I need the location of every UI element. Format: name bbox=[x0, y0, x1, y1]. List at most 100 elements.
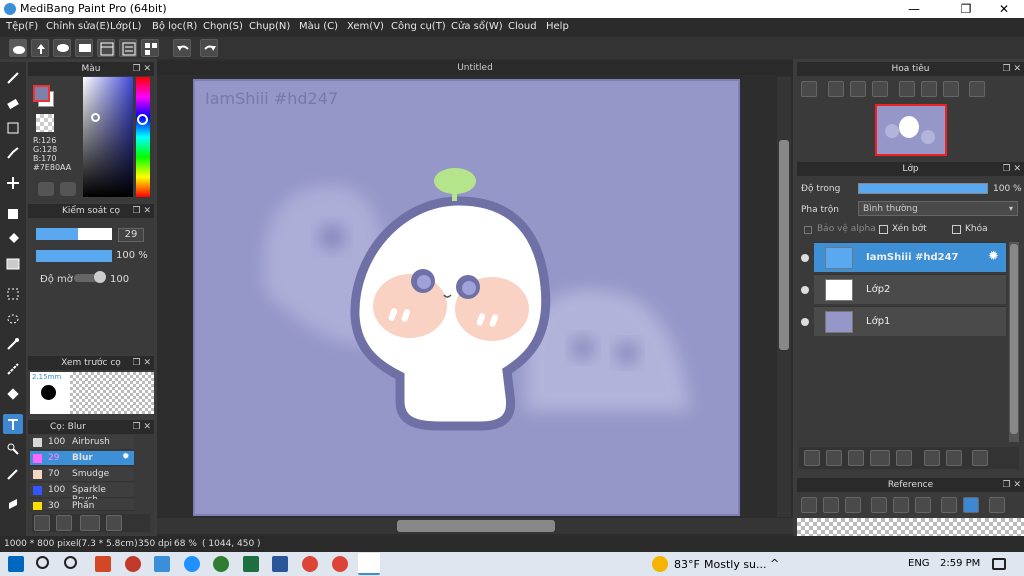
chat-icon[interactable] bbox=[53, 39, 71, 57]
shape-tool-icon[interactable] bbox=[3, 118, 23, 138]
tray-chevron-icon[interactable]: ^ bbox=[770, 557, 779, 570]
brush-tool-icon[interactable] bbox=[3, 68, 23, 88]
hand-tool-icon[interactable] bbox=[3, 494, 23, 514]
menu-color[interactable]: Màu (C) bbox=[299, 21, 338, 32]
reference-fit-icon[interactable] bbox=[893, 497, 909, 513]
medibang-taskbar-icon[interactable] bbox=[358, 553, 380, 575]
brush-settings-icon[interactable] bbox=[106, 515, 122, 531]
edge-icon-2[interactable] bbox=[213, 556, 229, 572]
grid-icon[interactable] bbox=[141, 39, 159, 57]
panel-close-icon[interactable]: ❐ ✕ bbox=[1003, 478, 1021, 492]
comment-icon[interactable] bbox=[75, 39, 93, 57]
dot-tool-icon[interactable] bbox=[3, 143, 23, 163]
rotate-left-icon[interactable] bbox=[899, 81, 915, 97]
select-tool-icon[interactable] bbox=[3, 284, 23, 304]
navigator-thumbnail[interactable] bbox=[875, 104, 947, 156]
add-brush-icon[interactable] bbox=[34, 515, 50, 531]
layer-settings-gear-icon[interactable]: ✹ bbox=[988, 249, 999, 264]
reference-open-icon[interactable] bbox=[823, 497, 839, 513]
canvas-horizontal-scroll-thumb[interactable] bbox=[397, 520, 555, 532]
move-tool-icon[interactable] bbox=[3, 173, 23, 193]
language-indicator[interactable]: ENG bbox=[908, 558, 930, 569]
chrome-icon[interactable] bbox=[302, 556, 318, 572]
flip-icon[interactable] bbox=[969, 81, 985, 97]
layer-visibility-eye-icon[interactable] bbox=[801, 286, 809, 294]
add-layer-menu-icon[interactable] bbox=[870, 450, 890, 466]
lasso-tool-icon[interactable] bbox=[3, 309, 23, 329]
text-tool-icon[interactable] bbox=[3, 414, 23, 434]
cloud-icon[interactable] bbox=[9, 39, 27, 57]
blend-mode-select[interactable]: Bình thường ▾ bbox=[858, 201, 1018, 216]
upload-icon[interactable] bbox=[31, 39, 49, 57]
panel-close-icon[interactable]: ❐ ✕ bbox=[1003, 62, 1021, 76]
delete-layer-icon[interactable] bbox=[972, 450, 988, 466]
drawing-canvas[interactable]: IamShiii #hd247 bbox=[193, 79, 740, 516]
panel-close-icon[interactable]: ❐ ✕ bbox=[1003, 162, 1021, 176]
hue-cursor[interactable] bbox=[137, 114, 148, 125]
windows-start-icon[interactable] bbox=[8, 556, 24, 572]
zoom-in-icon[interactable] bbox=[828, 81, 844, 97]
new-layer-icon[interactable] bbox=[804, 450, 820, 466]
zoom-out-icon[interactable] bbox=[872, 81, 888, 97]
brush-item-blur[interactable]: 29 Blur ✹ bbox=[30, 451, 134, 466]
layer-opacity-slider[interactable] bbox=[858, 183, 988, 194]
menu-select[interactable]: Chọn(S) bbox=[203, 21, 243, 32]
bucket-tool-icon[interactable] bbox=[3, 229, 23, 249]
panel-icon[interactable] bbox=[97, 39, 115, 57]
task-view-icon[interactable] bbox=[64, 556, 77, 569]
reference-hand-icon[interactable] bbox=[963, 497, 979, 513]
lock-checkbox[interactable] bbox=[952, 225, 961, 234]
reference-eyedropper-icon[interactable] bbox=[941, 497, 957, 513]
brush-size-slider[interactable] bbox=[36, 228, 112, 240]
notification-icon[interactable] bbox=[992, 558, 1006, 570]
merge-layer-icon[interactable] bbox=[946, 450, 962, 466]
duplicate-layer-icon[interactable] bbox=[924, 450, 940, 466]
reference-zoom-out-icon[interactable] bbox=[915, 497, 931, 513]
monitor-icon[interactable] bbox=[154, 556, 170, 572]
menu-snap[interactable]: Chụp(N) bbox=[249, 21, 290, 32]
powerpoint-icon[interactable] bbox=[95, 556, 111, 572]
excel-icon[interactable] bbox=[243, 556, 259, 572]
eyedropper-tool-icon[interactable] bbox=[3, 464, 23, 484]
panel-close-icon[interactable]: ❐ ✕ bbox=[133, 356, 151, 370]
minimize-button[interactable]: — bbox=[892, 0, 936, 18]
brush-item-smudge[interactable]: 70 Smudge bbox=[30, 467, 134, 482]
brush-item-sparkle[interactable]: 100Sparkle Brush bbox=[30, 483, 134, 505]
layer-row[interactable]: Lớp2 bbox=[814, 274, 1006, 304]
zoom-icon[interactable] bbox=[801, 81, 817, 97]
layer-visibility-eye-icon[interactable] bbox=[801, 318, 809, 326]
gradient-tool-icon[interactable] bbox=[3, 254, 23, 274]
chrome-icon-2[interactable] bbox=[332, 556, 348, 572]
menu-cloud[interactable]: Cloud bbox=[508, 21, 537, 32]
brush-item-chalk[interactable]: 30 Phấn bbox=[30, 499, 134, 511]
close-button[interactable]: ✕ bbox=[982, 0, 1024, 18]
panel-close-icon[interactable]: ❐ ✕ bbox=[133, 62, 151, 76]
layer-row[interactable]: Lớp1 bbox=[814, 306, 1006, 336]
reset-icon[interactable] bbox=[921, 81, 937, 97]
word-icon[interactable] bbox=[272, 556, 288, 572]
new-halftone-layer-icon[interactable] bbox=[826, 450, 842, 466]
menu-window[interactable]: Cửa sổ(W) bbox=[451, 21, 503, 32]
folder-icon[interactable] bbox=[896, 450, 912, 466]
blur-slider-thumb[interactable] bbox=[94, 271, 106, 283]
panel-close-icon[interactable]: ❐ ✕ bbox=[133, 204, 151, 218]
document-tab[interactable]: Untitled bbox=[157, 61, 793, 75]
menu-view[interactable]: Xem(V) bbox=[347, 21, 384, 32]
search-icon[interactable] bbox=[36, 556, 49, 569]
layers-scrollbar[interactable] bbox=[1009, 242, 1019, 442]
color-saturation-field[interactable] bbox=[83, 77, 133, 197]
operation-tool-icon[interactable] bbox=[3, 439, 23, 459]
transparent-swatch[interactable] bbox=[36, 114, 54, 132]
brush-opacity-slider[interactable] bbox=[36, 250, 112, 262]
fill-rect-tool-icon[interactable] bbox=[3, 204, 23, 224]
edge-icon[interactable] bbox=[184, 556, 200, 572]
list-icon[interactable] bbox=[119, 39, 137, 57]
color-cursor[interactable] bbox=[91, 113, 100, 122]
brush-menu-icon[interactable] bbox=[80, 515, 100, 531]
new-brush-icon[interactable] bbox=[56, 515, 72, 531]
reference-zoom-in-icon[interactable] bbox=[871, 497, 887, 513]
clock[interactable]: 2:59 PM bbox=[940, 558, 980, 569]
hue-slider[interactable] bbox=[136, 77, 150, 197]
rotate-right-icon[interactable] bbox=[943, 81, 959, 97]
select-eraser-icon[interactable] bbox=[3, 384, 23, 404]
